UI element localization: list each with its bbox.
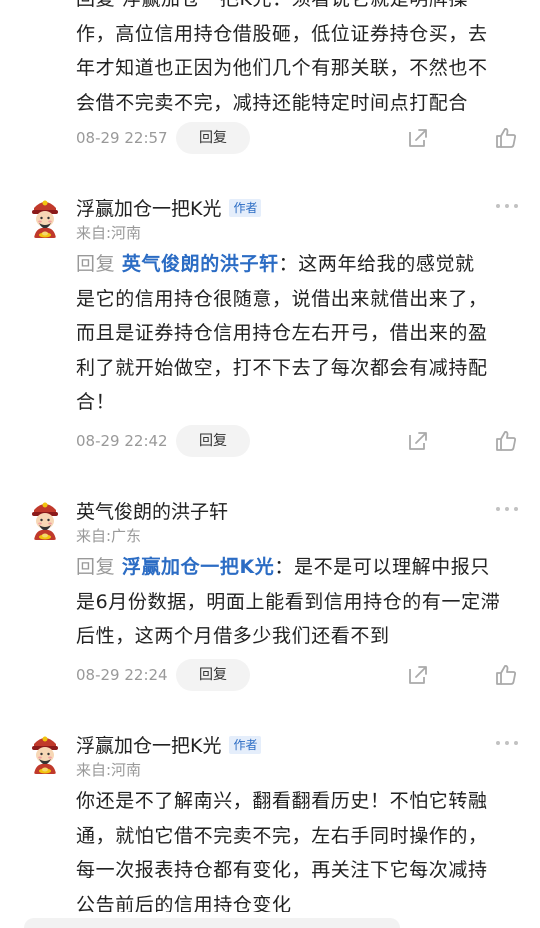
reply-button[interactable]: 回复 [176, 122, 250, 154]
author-badge: 作者 [229, 735, 262, 754]
comment-header: 浮赢加仓一把K光 作者 [76, 731, 262, 758]
reply-button[interactable]: 回复 [176, 425, 250, 457]
reply-prefix: 回复 [76, 556, 116, 578]
location-label: 来自:河南 [76, 224, 142, 242]
avatar[interactable] [22, 730, 68, 776]
like-icon[interactable] [494, 663, 518, 687]
username[interactable]: 英气俊朗的洪子轩 [76, 497, 228, 524]
share-icon[interactable] [406, 663, 430, 687]
comment-time: 08-29 22:42 [76, 432, 168, 450]
share-icon[interactable] [406, 429, 430, 453]
comment-line: 你还是不了解南兴，翻看翻看历史！不怕它转融 [76, 790, 488, 812]
comment-line: 会借不完卖不完，减持还能特定时间点打配合 [76, 91, 469, 114]
comment-body: 回复 浮赢加仓一把K光：须看说它就是明牌操 作，高位信用持仓借股砸，低位证券持仓… [76, 0, 512, 120]
comment-line-text: ：这两年给我的感觉就 [278, 253, 475, 275]
username[interactable]: 浮赢加仓一把K光 [76, 194, 221, 221]
comment-line-text: ：是不是可以理解中报只 [274, 556, 490, 578]
more-options-icon[interactable] [496, 204, 518, 210]
comment-line: 利了就开始做空，打不下去了每次都会有减持配 [76, 356, 488, 379]
comment-line: 而且是证券持仓信用持仓左右开弓，借出来的盈 [76, 322, 488, 344]
comment-line: 合！ [76, 391, 116, 413]
comment-line: 年才知道也正因为他们几个有那关联，不然也不 [76, 57, 488, 79]
comment-line: 通，就怕它借不完卖不完，左右手同时操作的， [76, 824, 488, 847]
comment-body: 回复 浮赢加仓一把K光：是不是可以理解中报只 是6月份数据，明面上能看到信用持仓… [76, 550, 512, 654]
reply-button[interactable]: 回复 [176, 659, 250, 691]
comment-line: 回复 浮赢加仓一把K光：须看说它就是明牌操 [76, 0, 512, 17]
comment-line: 回复 英气俊朗的洪子轩：这两年给我的感觉就 [76, 247, 512, 282]
comment-line: 作，高位信用持仓借股砸，低位证券持仓买，去 [76, 22, 488, 45]
username[interactable]: 浮赢加仓一把K光 [76, 731, 221, 758]
comment-line: 是6月份数据，明面上能看到信用持仓的有一定滞 [76, 590, 501, 613]
more-options-icon[interactable] [496, 741, 518, 747]
like-icon[interactable] [494, 126, 518, 150]
comment-header: 英气俊朗的洪子轩 [76, 497, 228, 524]
comment-line: 是它的信用持仓很随意，说借出来就借出来了， [76, 287, 488, 310]
location-label: 来自:河南 [76, 761, 142, 779]
comment-line: 回复 浮赢加仓一把K光：是不是可以理解中报只 [76, 550, 512, 585]
share-icon[interactable] [406, 126, 430, 150]
comment-time: 08-29 22:24 [76, 666, 168, 684]
like-icon[interactable] [494, 429, 518, 453]
reply-prefix: 回复 [76, 253, 116, 275]
location-label: 来自:广东 [76, 527, 142, 545]
comment-body: 回复 英气俊朗的洪子轩：这两年给我的感觉就 是它的信用持仓很随意，说借出来就借出… [76, 247, 512, 420]
reply-target-link[interactable]: 浮赢加仓一把K光 [122, 556, 275, 578]
comment-header: 浮赢加仓一把K光 作者 [76, 194, 262, 221]
comment-line: 后性，这两个月借多少我们还看不到 [76, 625, 390, 647]
comment-line: 每一次报表持仓都有变化，再关注下它每次减持 [76, 859, 488, 881]
avatar[interactable] [22, 194, 68, 240]
avatar[interactable] [22, 496, 68, 542]
reply-target-link[interactable]: 英气俊朗的洪子轩 [122, 253, 279, 275]
comment-time: 08-29 22:57 [76, 129, 168, 147]
comment-input[interactable] [24, 918, 400, 928]
author-badge: 作者 [229, 198, 262, 217]
more-options-icon[interactable] [496, 507, 518, 513]
comment-body: 你还是不了解南兴，翻看翻看历史！不怕它转融 通，就怕它借不完卖不完，左右手同时操… [76, 784, 512, 922]
